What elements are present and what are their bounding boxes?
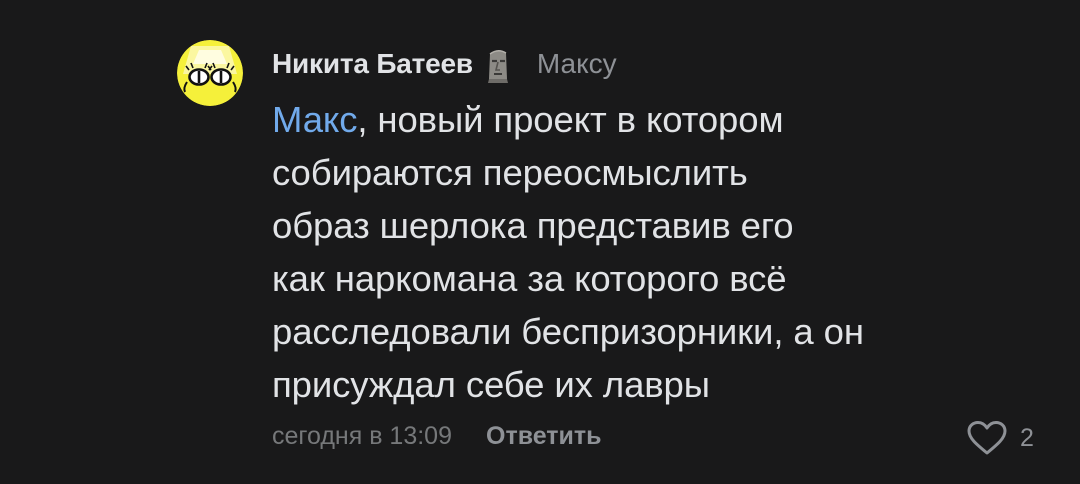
reply-button[interactable]: Ответить [486,422,602,451]
heart-outline-icon [967,421,1007,455]
comment-text: Макс, новый проект в котором собираются … [272,93,972,411]
comment-text-line: образ шерлока представив его [272,205,794,246]
comment-text-segment: , новый проект в котором [357,99,784,140]
cartoon-face-avatar-icon [177,40,243,106]
author-name[interactable]: Никита Батеев [272,48,473,80]
comment: Никита Батеев Максу Макс, новый проект в… [0,0,1080,484]
comment-footer: сегодня в 13:09 Ответить [272,418,602,454]
comment-text-line: Макс, новый проект в котором [272,93,972,146]
comment-text-line: как наркомана за которого всё [272,258,787,299]
comment-text-line: присуждал себе их лавры [272,364,710,405]
moai-emoji-icon [483,49,513,83]
like-count: 2 [1020,423,1034,452]
comment-text-line: собираются переосмыслить [272,152,748,193]
like-button[interactable]: 2 [966,418,1034,458]
comment-text-line: расследовали беспризорники, а он [272,311,864,352]
avatar[interactable] [177,40,243,106]
reply-to-name[interactable]: Максу [537,48,617,80]
comment-header: Никита Батеев Максу [272,44,617,84]
mention-link[interactable]: Макс [272,99,357,140]
timestamp: сегодня в 13:09 [272,421,452,450]
